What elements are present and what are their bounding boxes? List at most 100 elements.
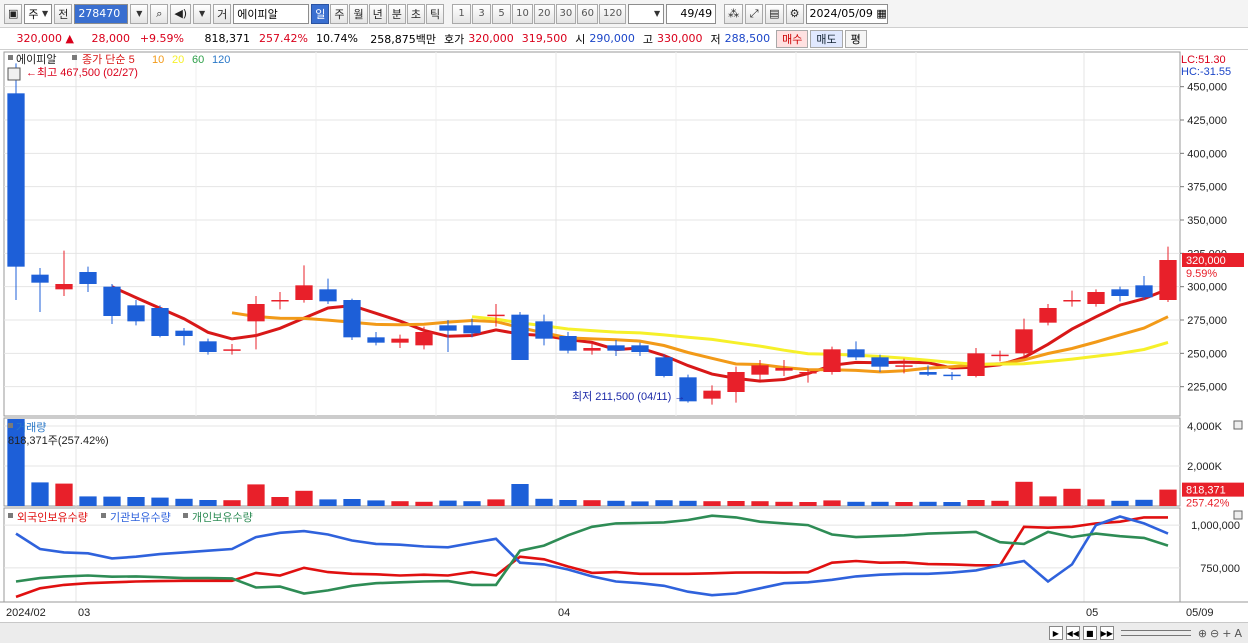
trade-amount: 258,875백만 (370, 32, 436, 46)
volume-current-label: 818,371 (1186, 485, 1226, 497)
volume-current-pct: 257.42% (1186, 498, 1230, 510)
volume-bar (1135, 499, 1153, 506)
stop-icon[interactable]: ■ (1082, 626, 1097, 640)
holdings-tick-label: 750,000 (1200, 563, 1240, 575)
stock-chart[interactable]: 450,000425,000400,000375,000350,000325,0… (0, 50, 1248, 622)
fast-forward-icon[interactable]: ▶▶ (1099, 626, 1114, 640)
period-tab[interactable]: 일 (311, 3, 330, 24)
candle-body (727, 372, 745, 392)
save-icon[interactable]: ▤ (765, 3, 784, 24)
speaker-icon[interactable]: ◀) (170, 3, 192, 24)
legend-stock-name: 에이피알 (16, 52, 56, 66)
zoom-in-icon[interactable]: ⊕ (1198, 627, 1207, 640)
x-axis-label: 05 (1086, 607, 1098, 619)
price-tick-label: 250,000 (1187, 348, 1227, 360)
volume-bar (175, 498, 193, 506)
unit-select[interactable]: ▼ (628, 3, 665, 24)
unit-button[interactable]: 10 (512, 3, 533, 24)
gear-icon[interactable]: ⚙ (785, 3, 804, 24)
font-size-icon[interactable]: A (1234, 627, 1242, 640)
code-input[interactable]: 278470 (74, 3, 129, 24)
rewind-icon[interactable]: ◀◀ (1065, 626, 1080, 640)
candle-body (247, 304, 265, 322)
indicator-icon[interactable]: ⁂ (724, 3, 744, 24)
candle-body (295, 285, 313, 300)
unit-button[interactable]: 30 (555, 3, 577, 24)
stock-name-field[interactable]: 에이피알 (233, 3, 310, 24)
layout-icon[interactable]: ▣ (4, 3, 23, 24)
candle-body (271, 300, 289, 302)
volume-bar (1087, 499, 1105, 506)
volume-ratio: 257.42% (259, 32, 308, 45)
panel-close-icon (1233, 510, 1243, 520)
volume-bar (871, 501, 889, 506)
candle-body (175, 330, 193, 336)
volume-bar (1063, 488, 1081, 506)
data-count-field[interactable]: 49/49 (666, 3, 717, 24)
volume-bar (295, 490, 313, 506)
zoom-out-icon[interactable]: ⊖ (1210, 627, 1219, 640)
candle-body (463, 325, 481, 334)
price-change: 28,000 (91, 32, 131, 45)
volume-bar (535, 498, 553, 506)
volume-bar (247, 484, 265, 506)
holdings-legend-1: 기관보유수량 (110, 511, 171, 524)
date-field[interactable]: 2024/05/09 ▦ (805, 3, 888, 24)
candle-body (103, 286, 121, 316)
unit-button[interactable]: 5 (492, 3, 512, 24)
search-icon[interactable]: ⌕ (150, 3, 169, 24)
volume-bar (991, 500, 1009, 506)
period-tab[interactable]: 주 (330, 3, 349, 24)
legend-square-icon (8, 513, 13, 518)
zoom-track[interactable] (1120, 630, 1191, 636)
draw-tool-icon[interactable]: ⤢ (745, 3, 764, 24)
legend-ma-20: 20 (172, 54, 184, 66)
volume-bar (103, 496, 121, 506)
command-button[interactable]: 거 (213, 3, 232, 24)
candle-body (199, 341, 217, 352)
unit-button[interactable]: 20 (533, 3, 555, 24)
plus-icon[interactable]: + (1222, 627, 1231, 640)
legend-ma-10: 10 (152, 54, 164, 66)
candle-body (223, 349, 241, 351)
volume-bar (799, 502, 817, 506)
candle-body (319, 289, 337, 302)
period-tab[interactable]: 년 (368, 3, 387, 24)
buy-button[interactable]: 매수 (776, 29, 809, 48)
volume-tick-label: 2,000K (1187, 461, 1223, 473)
unit-buttons: 1 3 5 10 20 30 60 120 (452, 3, 627, 24)
prev-button[interactable]: 전 (54, 3, 73, 24)
chart-scrollbar[interactable]: ▶ ◀◀ ■ ▶▶ ⊕ ⊖ + A (0, 622, 1248, 643)
change-percent: +9.59% (139, 32, 184, 45)
sell-button[interactable]: 매도 (810, 29, 843, 48)
candle-body (847, 349, 865, 358)
market-select[interactable]: 주 ▼ (24, 3, 53, 24)
x-axis-label: 05/09 (1186, 607, 1214, 619)
candle-body (1111, 289, 1129, 296)
unit-button[interactable]: 60 (577, 3, 599, 24)
flat-button[interactable]: 평 (844, 29, 867, 48)
panel-close-icon (1233, 420, 1243, 430)
volume-bar (607, 500, 625, 506)
legend-ma-60: 60 (192, 54, 204, 66)
unit-button[interactable]: 3 (472, 3, 492, 24)
unit-button[interactable]: 1 (452, 3, 472, 24)
code-dropdown-icon[interactable]: ▼ (130, 3, 149, 24)
period-tab[interactable]: 분 (387, 3, 406, 24)
price-tick-label: 375,000 (1187, 182, 1227, 194)
candle-body (391, 338, 409, 343)
volume-bar (703, 501, 721, 506)
candle-body (919, 372, 937, 375)
volume-bar (943, 502, 961, 506)
speaker-dropdown-icon[interactable]: ▼ (193, 3, 212, 24)
period-tab[interactable]: 월 (349, 3, 368, 24)
unit-button[interactable]: 120 (599, 3, 627, 24)
period-tab[interactable]: 초 (406, 3, 425, 24)
price-tick-label: 450,000 (1187, 82, 1227, 94)
candle-body (1039, 308, 1057, 323)
legend-square-icon (72, 55, 77, 60)
candle-body (439, 325, 457, 331)
scroll-right-icon[interactable]: ▶ (1048, 626, 1063, 640)
period-tab[interactable]: 틱 (425, 3, 445, 24)
candle-body (583, 348, 601, 351)
